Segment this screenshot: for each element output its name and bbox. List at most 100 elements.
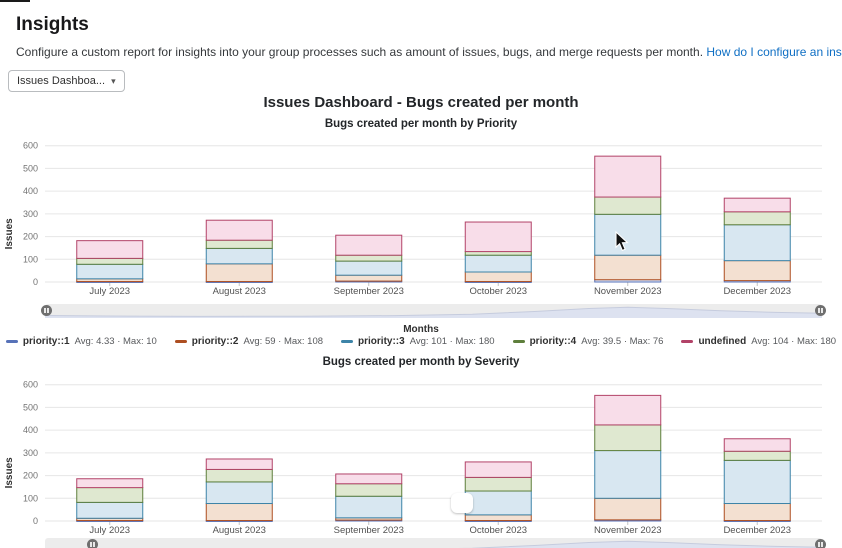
page-description: Configure a custom report for insights i… <box>16 45 842 59</box>
bar-segment-series-green[interactable] <box>465 477 531 491</box>
legend-series-name: priority::3 <box>358 336 405 347</box>
legend-item-priority::3[interactable]: priority::3 Avg: 101 · Max: 180 <box>341 336 495 347</box>
chevron-down-icon: ▾ <box>111 76 116 87</box>
y-tick-label: 400 <box>23 186 38 196</box>
datazoom-right-handle[interactable] <box>815 305 826 316</box>
x-tick-label: September 2023 <box>334 286 404 297</box>
priority-chart[interactable]: 0100200300400500600IssuesJuly 2023August… <box>0 136 842 302</box>
bar-segment-priority::4[interactable] <box>465 252 531 256</box>
bar-segment-priority::4[interactable] <box>724 212 790 225</box>
bar-segment-priority::2[interactable] <box>724 261 790 281</box>
chart1-datazoom-slider[interactable] <box>45 304 822 318</box>
bar-segment-priority::2[interactable] <box>206 264 272 282</box>
legend-item-priority::1[interactable]: priority::1 Avg: 4.33 · Max: 10 <box>6 336 157 347</box>
bar-segment-undefined[interactable] <box>77 241 143 259</box>
datazoom-left-handle[interactable] <box>41 305 52 316</box>
page-title: Insights <box>16 14 89 36</box>
legend-series-stats: Avg: 4.33 · Max: 10 <box>75 336 157 347</box>
legend-marker-icon <box>513 340 525 343</box>
bar-segment-undefined[interactable] <box>595 156 661 197</box>
bar-segment-priority::2[interactable] <box>595 255 661 280</box>
bar-segment-priority::2[interactable] <box>465 272 531 282</box>
datazoom-profile <box>45 304 822 318</box>
y-axis-title: Issues <box>4 457 15 489</box>
bar-segment-series-green[interactable] <box>336 484 402 496</box>
bar-segment-series-green[interactable] <box>77 488 143 503</box>
bar-segment-series-lightblue[interactable] <box>336 496 402 518</box>
bar-segment-series-lightblue[interactable] <box>724 460 790 503</box>
bar-segment-undefined[interactable] <box>465 222 531 252</box>
x-tick-label: November 2023 <box>594 286 662 297</box>
y-tick-label: 0 <box>33 516 38 526</box>
datazoom-left-handle[interactable] <box>87 539 98 548</box>
y-tick-label: 100 <box>23 254 38 264</box>
bar-segment-series-pink[interactable] <box>465 462 531 477</box>
bar-segment-priority::4[interactable] <box>595 197 661 214</box>
hover-tooltip-artifact <box>451 493 473 513</box>
legend-series-stats: Avg: 59 · Max: 108 <box>243 336 323 347</box>
x-tick-label: December 2023 <box>723 525 791 536</box>
x-tick-label: October 2023 <box>469 525 527 536</box>
bar-segment-priority::2[interactable] <box>336 275 402 281</box>
page-description-text: Configure a custom report for insights i… <box>16 45 703 59</box>
y-tick-label: 200 <box>23 471 38 481</box>
chart1-title: Bugs created per month by Priority <box>0 118 842 130</box>
bar-segment-series-orange[interactable] <box>206 504 272 521</box>
bar-segment-undefined[interactable] <box>206 220 272 240</box>
x-axis-title: Months <box>0 324 842 335</box>
y-tick-label: 400 <box>23 425 38 435</box>
bar-segment-series-green[interactable] <box>724 451 790 460</box>
report-title: Issues Dashboard - Bugs created per mont… <box>0 94 842 111</box>
bar-segment-priority::3[interactable] <box>465 255 531 272</box>
bar-segment-series-pink[interactable] <box>77 479 143 488</box>
bar-segment-priority::3[interactable] <box>206 248 272 263</box>
datazoom-right-handle[interactable] <box>815 539 826 548</box>
legend-item-priority::2[interactable]: priority::2 Avg: 59 · Max: 108 <box>175 336 323 347</box>
bar-segment-series-lightblue[interactable] <box>595 451 661 499</box>
bar-segment-priority::4[interactable] <box>77 258 143 264</box>
dashboard-selector-value: Issues Dashboa... <box>17 75 105 87</box>
severity-chart[interactable]: 0100200300400500600IssuesJuly 2023August… <box>0 375 842 541</box>
bar-segment-series-lightblue[interactable] <box>465 491 531 515</box>
x-tick-label: November 2023 <box>594 525 662 536</box>
insights-page: Insights Configure a custom report for i… <box>0 0 842 548</box>
bar-segment-series-orange[interactable] <box>465 515 531 521</box>
bar-segment-undefined[interactable] <box>724 198 790 212</box>
legend-series-name: priority::4 <box>530 336 577 347</box>
bar-segment-series-lightblue[interactable] <box>77 502 143 518</box>
x-tick-label: September 2023 <box>334 525 404 536</box>
bar-segment-series-pink[interactable] <box>595 395 661 425</box>
bar-segment-series-pink[interactable] <box>206 459 272 469</box>
bar-segment-series-green[interactable] <box>206 469 272 481</box>
bar-segment-series-pink[interactable] <box>336 474 402 484</box>
insights-help-link[interactable]: How do I configure an insights report? <box>706 45 842 59</box>
legend-item-priority::4[interactable]: priority::4 Avg: 39.5 · Max: 76 <box>513 336 664 347</box>
chart2-datazoom-slider[interactable] <box>45 538 822 548</box>
y-tick-label: 200 <box>23 232 38 242</box>
bar-segment-series-orange[interactable] <box>724 504 790 521</box>
legend-series-stats: Avg: 39.5 · Max: 76 <box>581 336 663 347</box>
y-tick-label: 500 <box>23 163 38 173</box>
y-tick-label: 0 <box>33 277 38 287</box>
bar-segment-series-pink[interactable] <box>724 439 790 451</box>
bar-segment-priority::4[interactable] <box>336 255 402 261</box>
bar-segment-priority::3[interactable] <box>724 225 790 261</box>
dashboard-selector-dropdown[interactable]: Issues Dashboa... ▾ <box>8 70 125 92</box>
legend-series-name: priority::1 <box>23 336 70 347</box>
bar-segment-series-green[interactable] <box>595 425 661 451</box>
bar-segment-priority::3[interactable] <box>77 264 143 279</box>
legend-series-stats: Avg: 101 · Max: 180 <box>410 336 495 347</box>
bar-segment-series-orange[interactable] <box>595 498 661 520</box>
x-tick-label: August 2023 <box>213 525 266 536</box>
bar-segment-series-lightblue[interactable] <box>206 482 272 504</box>
y-tick-label: 100 <box>23 493 38 503</box>
bar-segment-priority::4[interactable] <box>206 240 272 248</box>
legend-item-undefined[interactable]: undefinedAvg: 104 · Max: 180 <box>681 336 836 347</box>
bar-segment-undefined[interactable] <box>336 235 402 255</box>
x-tick-label: July 2023 <box>89 286 130 297</box>
y-tick-label: 300 <box>23 209 38 219</box>
y-tick-label: 500 <box>23 402 38 412</box>
legend-series-name: priority::2 <box>192 336 239 347</box>
bar-segment-priority::3[interactable] <box>336 261 402 275</box>
chart1-legend: priority::1Avg: 4.33 · Max: 10priority::… <box>0 336 842 347</box>
